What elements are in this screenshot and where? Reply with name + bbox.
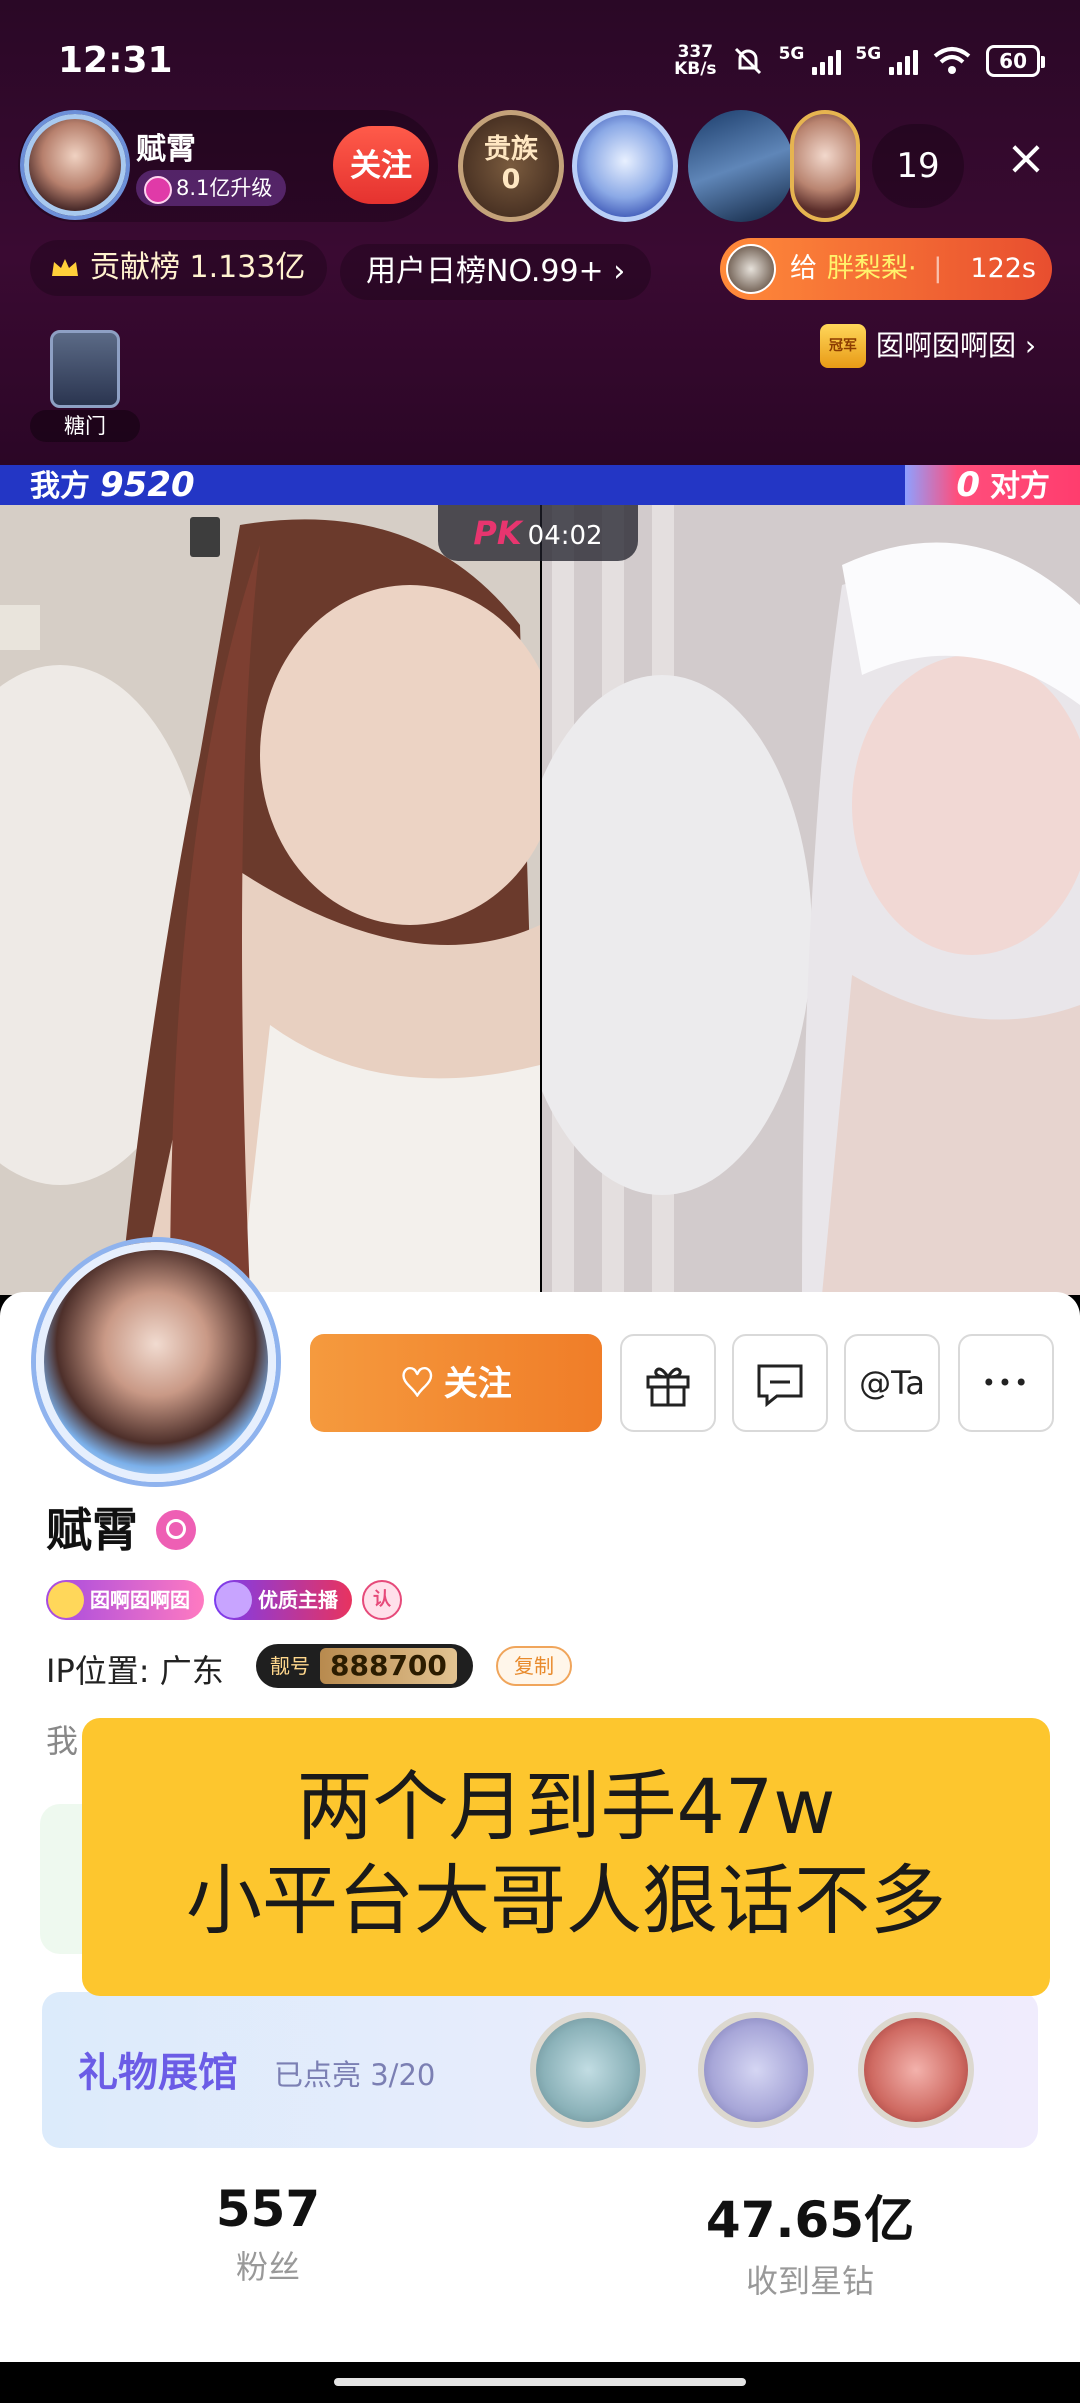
message-button[interactable] [732,1334,828,1432]
close-icon[interactable]: × [996,128,1056,188]
gift-icon [646,1367,690,1407]
signal-icon [812,47,842,75]
host-name: 赋霄 [136,132,196,167]
champion-entry[interactable]: 冠军 囡啊囡啊囡 › [820,318,1036,374]
more-button[interactable]: ••• [958,1334,1054,1432]
chevron-right-icon: › [613,254,626,289]
streamer-left-figure [0,505,540,1295]
gift-banner[interactable]: 给胖梨梨· | 122s [720,238,1052,300]
viewer-avatar[interactable] [572,110,678,222]
mute-bell-icon [734,47,761,75]
gift-medal [698,2012,814,2128]
wifi-icon [933,47,971,74]
viewer-avatar[interactable] [688,110,794,222]
bio-text: 我 [46,1722,79,1760]
crown-tag: 靓号 [270,1654,310,1678]
viewer-avatar[interactable] [790,110,860,222]
noble-badge[interactable]: 贵族 0 [458,110,564,222]
gift-button[interactable] [620,1334,716,1432]
crown-icon [52,259,78,276]
gift-medal [530,2012,646,2128]
daily-rank[interactable]: 用户日榜NO.99+ › [340,244,652,300]
net-speed: 337 KB/s [674,42,717,79]
gifter-avatar [726,244,776,294]
at-button[interactable]: @Ta [844,1334,940,1432]
profile-avatar[interactable] [36,1242,276,1482]
tangmen-icon [50,330,120,408]
host-avatar[interactable] [24,114,126,216]
gallery-title: 礼物展馆 [78,2050,238,2096]
video-right[interactable] [542,505,1080,1295]
follow-button[interactable]: ♡ 关注 [310,1334,602,1432]
badge-row: 囡啊囡啊囡 优质主播 认 [46,1580,402,1620]
pk-timer: PK 04:02 [438,505,638,561]
champion-icon [48,1582,84,1618]
champion-badge[interactable]: 囡啊囡啊囡 [46,1580,204,1620]
quality-host-badge[interactable]: 优质主播 [214,1580,352,1620]
pk-logo-icon: PK [473,514,522,552]
video-left[interactable] [0,505,540,1295]
live-header: 12:31 337 KB/s 5G 5G 60 赋霄 8.1亿升级 关注 贵族 … [0,0,1080,465]
battery-icon: 60 [986,45,1045,77]
female-icon [156,1510,196,1550]
system-nav-bar [0,2362,1080,2403]
premium-id-number: 888700 [320,1648,457,1684]
pk-score-bar: 我方 9520 0 对方 [0,465,1080,505]
message-icon [757,1364,803,1408]
pk-right-score: 0 [956,465,980,505]
premium-id: 靓号 888700 [256,1644,473,1688]
chevron-right-icon: › [1024,329,1037,362]
gallery-progress: 已点亮 3/20 [274,2058,436,2092]
stars-stat: 47.65亿 收到星钻 [705,2191,915,2300]
fans-stat[interactable]: 557 粉丝 [168,2180,368,2288]
verified-badge[interactable]: 认 [362,1580,402,1620]
profile-name: 赋霄 [46,1503,138,1557]
home-handle[interactable] [334,2378,746,2386]
caption-overlay: 两个月到手47w 小平台大哥人狠话不多 [82,1718,1050,1996]
tangmen-entry[interactable]: 糖门 [30,330,140,442]
contribution-rank[interactable]: 贡献榜 1.133亿 [30,240,328,296]
status-bar-icons: 337 KB/s 5G 5G 60 [674,42,1045,79]
header-follow-button[interactable]: 关注 [333,126,429,204]
ip-location: IP位置: 广东 [46,1652,224,1690]
status-time: 12:31 [58,40,173,81]
champion-badge-icon: 冠军 [820,324,866,368]
more-icon: ••• [981,1369,1031,1397]
heart-icon: ♡ [400,1365,444,1403]
signal-icon-2 [889,47,919,75]
pk-left-score: 9520 [100,465,195,505]
shield-icon [216,1582,252,1618]
copy-button[interactable]: 复制 [496,1646,572,1686]
gift-timer: 122s [970,253,1036,284]
gift-gallery[interactable]: 礼物展馆 已点亮 3/20 [42,1992,1038,2148]
viewer-count[interactable]: 19 [872,124,964,208]
streamer-right-figure [542,505,1080,1295]
gift-medal [858,2012,974,2128]
host-level-badge: 8.1亿升级 [136,170,287,206]
